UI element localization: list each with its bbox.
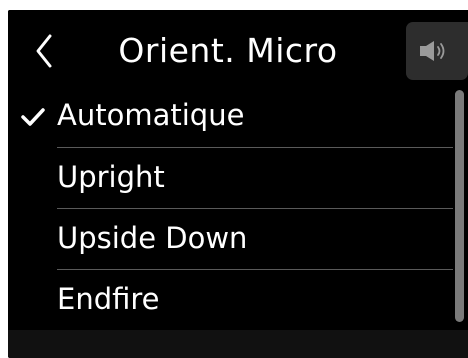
header-bar: Orient. Micro — [8, 10, 468, 84]
footer-bar — [8, 330, 468, 358]
back-button[interactable] — [28, 28, 68, 72]
checkmark-icon — [21, 108, 45, 126]
scrollbar[interactable] — [455, 90, 465, 328]
chevron-left-icon — [36, 34, 52, 68]
option-label: Upright — [57, 160, 165, 194]
option-upside-down[interactable]: Upside Down — [8, 209, 453, 270]
device-screen: Orient. Micro Automatique Upright Upside… — [8, 10, 468, 358]
speaker-icon — [420, 41, 445, 61]
option-endfire[interactable]: Endfire — [8, 270, 453, 331]
option-label: Upside Down — [57, 221, 248, 255]
option-label: Automatique — [57, 98, 245, 132]
scrollbar-thumb[interactable] — [455, 90, 464, 322]
option-automatique[interactable]: Automatique — [8, 86, 453, 147]
option-upright[interactable]: Upright — [8, 148, 453, 209]
option-label: Endfire — [57, 282, 160, 316]
speaker-button[interactable] — [406, 22, 468, 80]
page-title: Orient. Micro — [118, 31, 338, 70]
